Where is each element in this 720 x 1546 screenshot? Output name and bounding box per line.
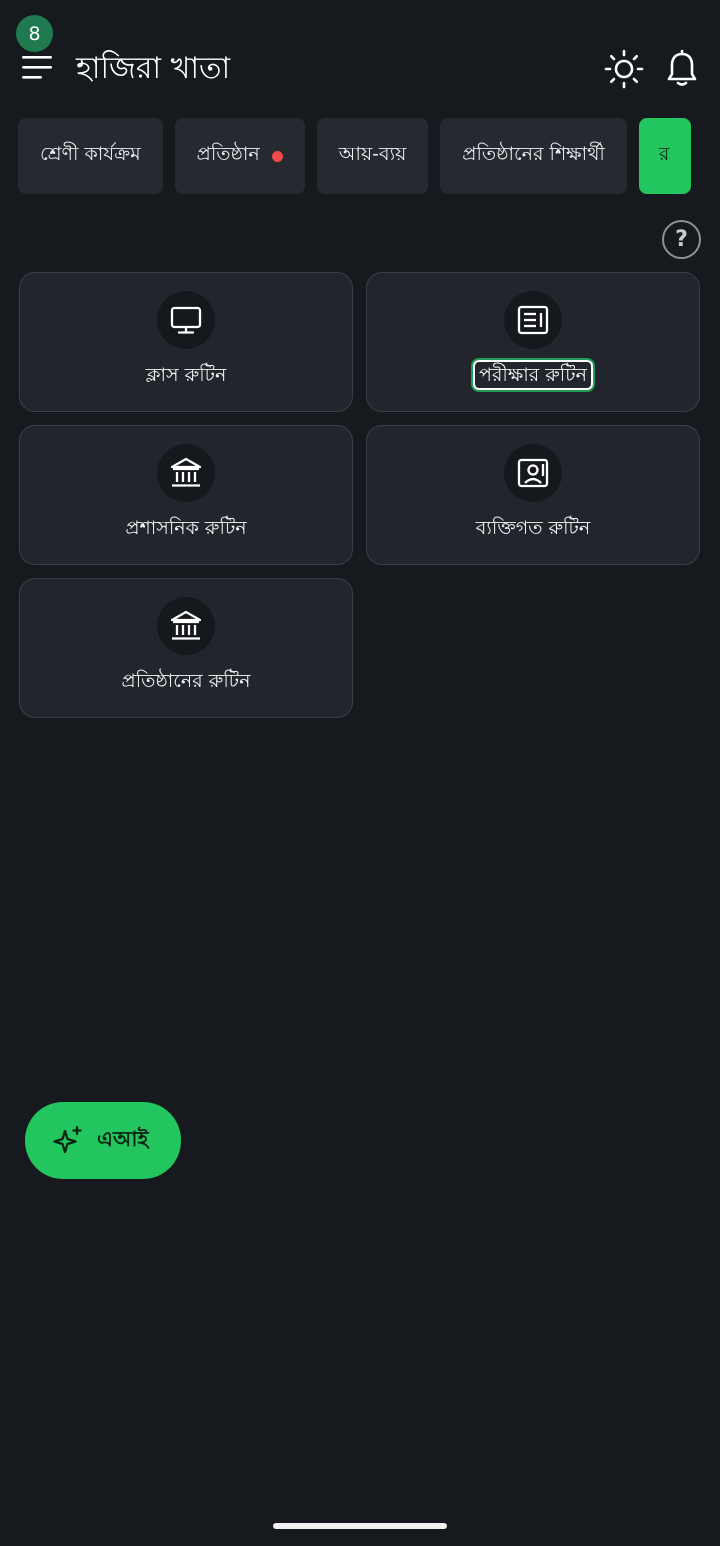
tab-routine[interactable]: র <box>638 118 691 194</box>
card-icon-wrap <box>504 291 562 349</box>
tab-label: র <box>658 143 670 165</box>
tab-institution[interactable]: প্রতিষ্ঠান <box>174 118 305 194</box>
card-label: পরীক্ষার রুটিন <box>367 360 699 393</box>
screen: 8 হাজিরা খাতা শ্রেণী কার্যক্রম প্রতিষ্ঠা… <box>0 0 720 1546</box>
card-icon-wrap <box>157 291 215 349</box>
card-institution-routine[interactable]: প্রতিষ্ঠানের রুটিন <box>19 578 353 718</box>
help-button[interactable]: ? <box>662 220 701 259</box>
card-personal-routine[interactable]: ব্যক্তিগত রুটিন <box>366 425 700 565</box>
menu-button[interactable] <box>22 54 56 82</box>
card-class-routine[interactable]: ক্লাস রুটিন <box>19 272 353 412</box>
tab-label: আয়-ব্যয় <box>338 143 407 165</box>
tab-label: প্রতিষ্ঠান <box>196 143 260 165</box>
card-label: প্রতিষ্ঠানের রুটিন <box>121 670 251 692</box>
tab-institution-students[interactable]: প্রতিষ্ঠানের শিক্ষার্থী <box>440 118 627 194</box>
sparkle-icon <box>53 1125 82 1153</box>
theme-toggle-button[interactable] <box>603 48 645 90</box>
card-icon-wrap <box>157 597 215 655</box>
contact-card-icon <box>517 458 549 488</box>
card-icon-wrap <box>504 444 562 502</box>
institution-icon <box>170 610 202 640</box>
notifications-button[interactable] <box>661 48 703 90</box>
card-administrative-routine[interactable]: প্রশাসনিক রুটিন <box>19 425 353 565</box>
document-icon <box>517 305 549 335</box>
card-exam-routine[interactable]: পরীক্ষার রুটিন <box>366 272 700 412</box>
home-indicator[interactable] <box>273 1523 447 1529</box>
card-icon-wrap <box>157 444 215 502</box>
card-label: প্রশাসনিক রুটিন <box>125 517 247 539</box>
tab-income-expense[interactable]: আয়-ব্যয় <box>316 118 429 194</box>
alert-dot <box>271 150 283 162</box>
sun-icon <box>604 49 644 89</box>
menu-icon <box>22 56 52 79</box>
tab-label: শ্রেণী কার্যক্রম <box>40 143 141 165</box>
card-label: ব্যক্তিগত রুটিন <box>475 517 591 539</box>
institution-icon <box>170 457 202 487</box>
ai-button-label: এআই <box>97 1127 149 1151</box>
category-tabs: শ্রেণী কার্যক্রম প্রতিষ্ঠান আয়-ব্যয় প্… <box>18 118 700 196</box>
tab-class-activities[interactable]: শ্রেণী কার্যক্রম <box>18 118 163 194</box>
notification-badge: 8 <box>16 15 53 52</box>
tab-label: প্রতিষ্ঠানের শিক্ষার্থী <box>462 143 605 165</box>
app-title: হাজিরা খাতা <box>76 51 231 86</box>
ai-button[interactable]: এআই <box>25 1102 181 1179</box>
monitor-icon <box>170 306 202 334</box>
bell-icon <box>667 49 697 86</box>
card-label: ক্লাস রুটিন <box>145 364 227 386</box>
